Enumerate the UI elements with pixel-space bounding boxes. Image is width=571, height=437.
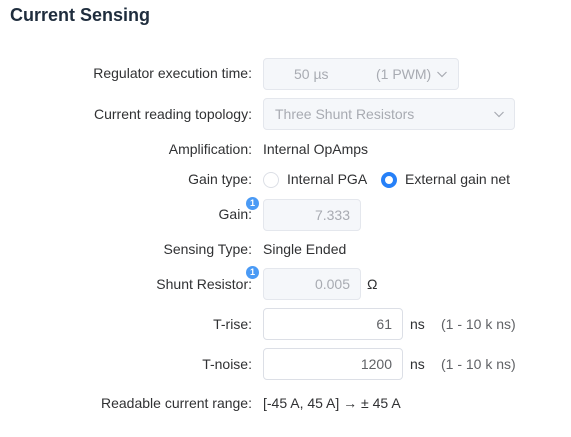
chevron-down-icon (493, 108, 505, 120)
radio-external-gain-net-label[interactable]: External gain net (405, 171, 510, 187)
ohm-unit: Ω (367, 276, 378, 292)
regulator-select[interactable]: 50 µs (1 PWM) (263, 58, 459, 90)
t-rise-range: (1 - 10 k ns) (441, 316, 516, 332)
t-noise-unit: ns (410, 356, 425, 372)
t-rise-value: 61 (376, 316, 392, 332)
chevron-down-icon (436, 68, 448, 80)
readable-range-label: Readable current range: (101, 395, 252, 411)
regulator-value: 50 µs (294, 66, 329, 82)
amplification-value: Internal OpAmps (263, 141, 369, 157)
gain-type-label: Gain type: (188, 171, 252, 187)
sensing-type-label: Sensing Type: (163, 241, 252, 257)
t-rise-unit: ns (410, 316, 425, 332)
regulator-label: Regulator execution time: (93, 65, 252, 81)
amplification-label: Amplification: (168, 141, 252, 157)
shunt-resistor-label: Shunt Resistor: (156, 276, 252, 292)
gain-value: 7.333 (314, 207, 350, 223)
t-noise-value: 1200 (360, 356, 392, 372)
t-noise-input[interactable]: 1200 (263, 348, 403, 380)
topology-value: Three Shunt Resistors (275, 106, 415, 122)
regulator-suffix: (1 PWM) (376, 66, 432, 82)
t-noise-label: T-noise: (202, 356, 252, 372)
radio-external-gain-net[interactable] (381, 172, 397, 188)
readable-range-value: [-45 A, 45 A] → ± 45 A (263, 395, 401, 411)
radio-internal-pga-label[interactable]: Internal PGA (287, 171, 367, 187)
topology-label: Current reading topology: (94, 106, 252, 122)
sensing-type-value: Single Ended (263, 241, 347, 257)
t-noise-range: (1 - 10 k ns) (441, 356, 516, 372)
section-title: Current Sensing (10, 5, 151, 25)
radio-internal-pga[interactable] (263, 172, 279, 188)
gain-input[interactable]: 7.333 (263, 199, 361, 231)
t-rise-label: T-rise: (213, 316, 252, 332)
t-rise-input[interactable]: 61 (263, 308, 403, 340)
shunt-resistor-value: 0.005 (314, 276, 350, 292)
topology-select[interactable]: Three Shunt Resistors (263, 98, 515, 130)
shunt-resistor-input[interactable]: 0.005 (263, 268, 361, 300)
gain-label: Gain: (218, 206, 252, 222)
